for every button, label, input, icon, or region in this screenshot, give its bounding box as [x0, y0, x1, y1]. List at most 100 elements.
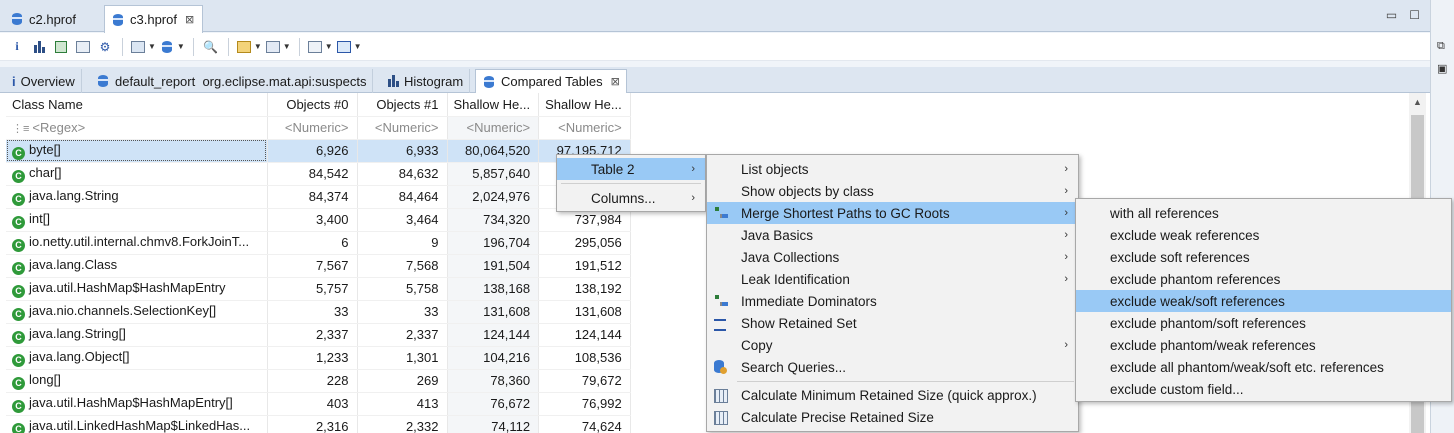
tab-default-report[interactable]: default_report org.eclipse.mat.api:suspe… — [90, 69, 374, 93]
value-cell: 196,704 — [447, 231, 540, 255]
value-cell: 403 — [267, 392, 358, 416]
menu-item-exclude-weak-soft-references[interactable]: exclude weak/soft references — [1076, 290, 1451, 312]
menu-item-show-retained-set[interactable]: Show Retained Set — [707, 312, 1078, 334]
table-row[interactable]: Cjava.lang.String 84,374 84,464 2,024,976 — [6, 185, 631, 209]
merge-paths-submenu: with all references exclude weak referenc… — [1075, 198, 1452, 402]
menu-item-exclude-phantom-soft-references[interactable]: exclude phantom/soft references — [1076, 312, 1451, 334]
run-report-icon[interactable]: ▼ — [131, 37, 156, 57]
class-name-cell[interactable]: Cjava.lang.String — [6, 185, 268, 209]
tab-overview[interactable]: i Overview — [6, 69, 82, 93]
tab-label: Compared Tables — [501, 74, 603, 89]
value-cell: 76,672 — [447, 392, 540, 416]
column-header-shallow-heap-1[interactable]: Shallow He... — [538, 93, 631, 117]
view-icon[interactable]: ▣ — [1437, 62, 1447, 75]
class-name-cell[interactable]: Cint[] — [6, 208, 268, 232]
histogram-icon[interactable] — [30, 37, 48, 57]
tab-histogram[interactable]: Histogram — [382, 69, 471, 93]
compare-table: Class Name Objects #0 Objects #1 Shallow… — [6, 93, 631, 433]
class-name-cell[interactable]: Cjava.util.LinkedHashMap$LinkedHas... — [6, 415, 268, 433]
column-header-shallow-heap-0[interactable]: Shallow He... — [447, 93, 540, 117]
menu-item-exclude-phantom-weak-references[interactable]: exclude phantom/weak references — [1076, 334, 1451, 356]
column-header-objects-0[interactable]: Objects #0 — [267, 93, 358, 117]
menu-item-search-queries[interactable]: Search Queries... — [707, 356, 1078, 378]
chevron-right-icon: › — [691, 163, 695, 175]
group-by-icon[interactable]: ▼ — [236, 37, 262, 57]
table-row[interactable]: Cjava.nio.channels.SelectionKey[] 33 33 131… — [6, 300, 631, 324]
menu-item-java-collections[interactable]: Java Collections › — [707, 246, 1078, 268]
tab-label: Overview — [20, 73, 75, 89]
chevron-right-icon: › — [1064, 163, 1068, 175]
value-cell: 191,512 — [538, 254, 631, 278]
class-name-cell[interactable]: Clong[] — [6, 369, 268, 393]
column-header-objects-1[interactable]: Objects #1 — [357, 93, 448, 117]
table-row[interactable]: Clong[] 228 269 78,360 79,672 — [6, 369, 631, 393]
table-row[interactable]: Cjava.util.HashMap$HashMapEntry[] 403 413 7… — [6, 392, 631, 416]
close-icon[interactable]: ⊠ — [185, 13, 194, 26]
menu-item-exclude-weak-references[interactable]: exclude weak references — [1076, 224, 1451, 246]
query-browser-icon[interactable]: ▼ — [160, 37, 185, 57]
menu-item-exclude-phantom-references[interactable]: exclude phantom references — [1076, 268, 1451, 290]
menu-item-list-objects[interactable]: List objects › — [707, 158, 1078, 180]
menu-item-copy[interactable]: Copy › — [707, 334, 1078, 356]
numeric-filter[interactable]: <Numeric> — [447, 116, 540, 140]
table-row[interactable]: Cint[] 3,400 3,464 734,320 737,984 — [6, 208, 631, 232]
db-icon — [713, 360, 727, 374]
value-cell: 2,337 — [357, 323, 448, 347]
columns-icon[interactable]: ▼ — [307, 37, 333, 57]
class-name-cell[interactable]: Cjava.util.HashMap$HashMapEntry — [6, 277, 268, 301]
class-name-cell[interactable]: Cjava.nio.channels.SelectionKey[] — [6, 300, 268, 324]
restore-icon[interactable]: ⧉ — [1437, 40, 1445, 53]
table-row[interactable]: Cchar[] 84,542 84,632 5,857,640 — [6, 162, 631, 186]
search-icon[interactable]: 🔍 — [202, 37, 220, 57]
editor-tab-c2[interactable]: c2.hprof — [4, 6, 84, 32]
maximize-icon[interactable]: ☐ — [1409, 8, 1420, 22]
table-row[interactable]: Cjava.util.HashMap$HashMapEntry 5,757 5,75… — [6, 277, 631, 301]
menu-item-merge-shortest-paths-to-gc-roots[interactable]: Merge Shortest Paths to GC Roots › — [707, 202, 1078, 224]
menu-item-immediate-dominators[interactable]: Immediate Dominators — [707, 290, 1078, 312]
table-row[interactable]: Cio.netty.util.internal.chmv8.ForkJoinT.… — [6, 231, 631, 255]
calculate-retained-icon[interactable]: ▼ — [265, 37, 291, 57]
menu-item-show-objects-by-class[interactable]: Show objects by class › — [707, 180, 1078, 202]
menu-item-exclude-all-phantom-weak-soft-etc-references[interactable]: exclude all phantom/weak/soft etc. refer… — [1076, 356, 1451, 378]
menu-item-table-2[interactable]: Table 2 › — [557, 158, 705, 180]
table-row[interactable]: Cjava.lang.String[] 2,337 2,337 124,144 124,… — [6, 323, 631, 347]
class-name-cell[interactable]: Cbyte[] — [6, 139, 268, 163]
value-cell: 5,857,640 — [447, 162, 540, 186]
export-icon[interactable]: ▼ — [336, 37, 362, 57]
gear-icon[interactable]: ⚙ — [96, 37, 114, 57]
class-name-cell[interactable]: Cio.netty.util.internal.chmv8.ForkJoinT.… — [6, 231, 268, 255]
class-name-cell[interactable]: Cjava.util.HashMap$HashMapEntry[] — [6, 392, 268, 416]
menu-item-leak-identification[interactable]: Leak Identification › — [707, 268, 1078, 290]
menu-item-exclude-soft-references[interactable]: exclude soft references — [1076, 246, 1451, 268]
scroll-up-icon[interactable]: ▲ — [1413, 97, 1422, 107]
class-name-cell[interactable]: Cjava.lang.Class — [6, 254, 268, 278]
tab-label: Histogram — [404, 73, 464, 89]
column-header-class-name[interactable]: Class Name — [6, 93, 268, 117]
table-row[interactable]: Cjava.lang.Class 7,567 7,568 191,504 191,512 — [6, 254, 631, 278]
table-row[interactable]: Cjava.lang.Object[] 1,233 1,301 104,216 108,… — [6, 346, 631, 370]
dominator-tree-icon[interactable] — [52, 37, 70, 57]
class-name-cell[interactable]: Cchar[] — [6, 162, 268, 186]
value-cell: 138,168 — [447, 277, 540, 301]
menu-item-java-basics[interactable]: Java Basics › — [707, 224, 1078, 246]
menu-item-exclude-custom-field[interactable]: exclude custom field... — [1076, 378, 1451, 400]
menu-item-calculate-minimum-retained-size-quick-approx[interactable]: Calculate Minimum Retained Size (quick a… — [707, 384, 1078, 406]
table-row[interactable]: Cjava.util.LinkedHashMap$LinkedHas... 2,3… — [6, 415, 631, 433]
menu-item-calculate-precise-retained-size[interactable]: Calculate Precise Retained Size — [707, 406, 1078, 428]
info-icon[interactable]: i — [8, 37, 26, 57]
numeric-filter[interactable]: <Numeric> — [538, 116, 631, 140]
table-row[interactable]: Cbyte[] 6,926 6,933 80,064,520 97,195,712 — [6, 139, 631, 163]
class-name-cell[interactable]: Cjava.lang.Object[] — [6, 346, 268, 370]
menu-item-columns[interactable]: Columns... › — [557, 187, 705, 209]
menu-item-with-all-references[interactable]: with all references — [1076, 202, 1451, 224]
class-name-cell[interactable]: Cjava.lang.String[] — [6, 323, 268, 347]
tab-compared-tables[interactable]: Compared Tables ⊠ — [475, 69, 627, 93]
numeric-filter[interactable]: <Numeric> — [267, 116, 358, 140]
close-icon[interactable]: ⊠ — [611, 75, 620, 88]
regex-filter[interactable]: ⋮≡ <Regex> — [6, 116, 268, 140]
oql-icon[interactable] — [74, 37, 92, 57]
editor-tab-label: c3.hprof — [130, 12, 177, 27]
editor-tab-c3[interactable]: c3.hprof ⊠ — [104, 5, 204, 33]
numeric-filter[interactable]: <Numeric> — [357, 116, 448, 140]
minimize-icon[interactable]: ▭ — [1386, 8, 1397, 22]
